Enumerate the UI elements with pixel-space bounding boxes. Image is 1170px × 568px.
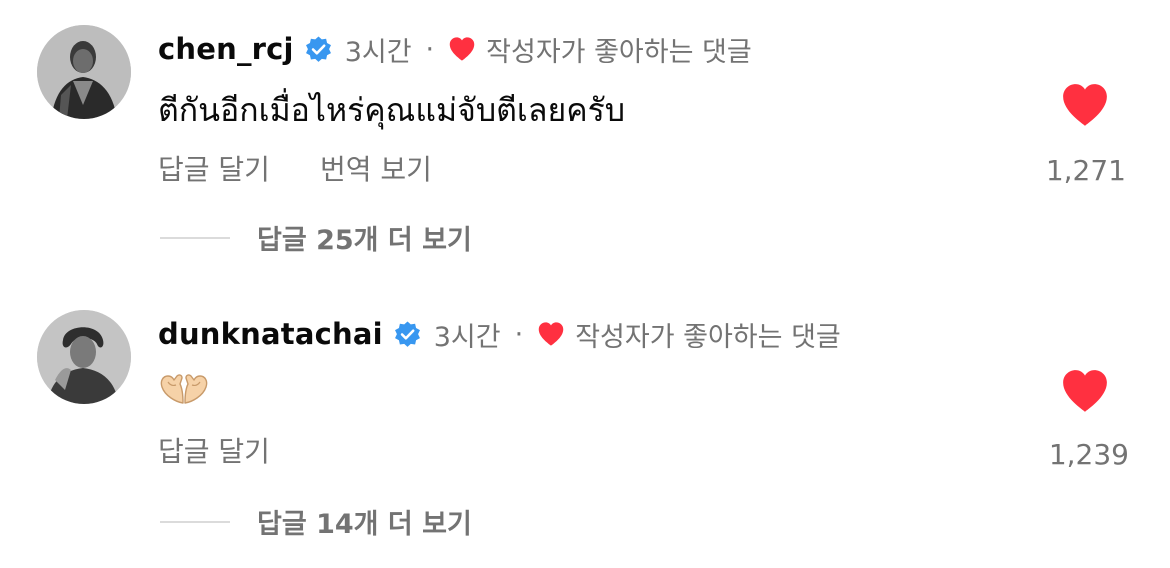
comment-item: chen_rcj 3시간 · 작성자가 좋아하는 댓글 ตีกันอีกเมื่… <box>0 0 1170 284</box>
verified-badge-icon <box>305 35 331 62</box>
like-count: 1,239 <box>1048 438 1129 471</box>
separator-dot: · <box>425 33 435 65</box>
reply-button[interactable]: 답글 달기 <box>158 430 270 470</box>
heart-icon <box>449 37 475 61</box>
view-replies-button[interactable]: 답글 14개 더 보기 <box>160 502 472 541</box>
reply-button[interactable]: 답글 달기 <box>158 148 270 188</box>
avatar[interactable] <box>37 310 131 404</box>
view-replies-label: 답글 14개 더 보기 <box>257 509 472 540</box>
heart-icon <box>538 322 564 346</box>
see-translation-button[interactable]: 번역 보기 <box>320 148 432 188</box>
comment-actions: 답글 달기 <box>158 430 270 470</box>
separator-dot: · <box>514 318 524 350</box>
view-replies-button[interactable]: 답글 25개 더 보기 <box>160 218 472 257</box>
avatar-photo-icon <box>37 25 131 119</box>
reply-divider-line <box>160 520 230 523</box>
username[interactable]: dunknatachai <box>158 317 383 351</box>
like-heart-icon[interactable] <box>1060 82 1110 128</box>
like-count: 1,271 <box>1045 154 1126 187</box>
comment-text: ตีกันอีกเมื่อไหร่คุณแม่จับตีเลยครับ <box>158 91 626 129</box>
timestamp: 3시간 <box>433 321 501 353</box>
like-heart-icon[interactable] <box>1060 368 1110 414</box>
avatar[interactable] <box>37 25 131 119</box>
comment-meta: dunknatachai 3시간 · 작성자가 좋아하는 댓글 <box>158 314 841 354</box>
timestamp: 3시간 <box>344 36 412 68</box>
username[interactable]: chen_rcj <box>158 32 294 66</box>
liked-by-author-label: 작성자가 좋아하는 댓글 <box>575 321 841 353</box>
comment-item: dunknatachai 3시간 · 작성자가 좋아하는 댓글 답글 달기 1,… <box>0 284 1170 568</box>
comment-actions: 답글 달기 번역 보기 <box>158 148 432 188</box>
avatar-photo-icon <box>37 310 131 404</box>
heart-hands-emoji <box>160 374 208 404</box>
view-replies-label: 답글 25개 더 보기 <box>257 225 472 256</box>
liked-by-author-label: 작성자가 좋아하는 댓글 <box>486 36 752 68</box>
comment-meta: chen_rcj 3시간 · 작성자가 좋아하는 댓글 <box>158 29 752 69</box>
reply-divider-line <box>160 236 230 239</box>
verified-badge-icon <box>394 320 420 347</box>
